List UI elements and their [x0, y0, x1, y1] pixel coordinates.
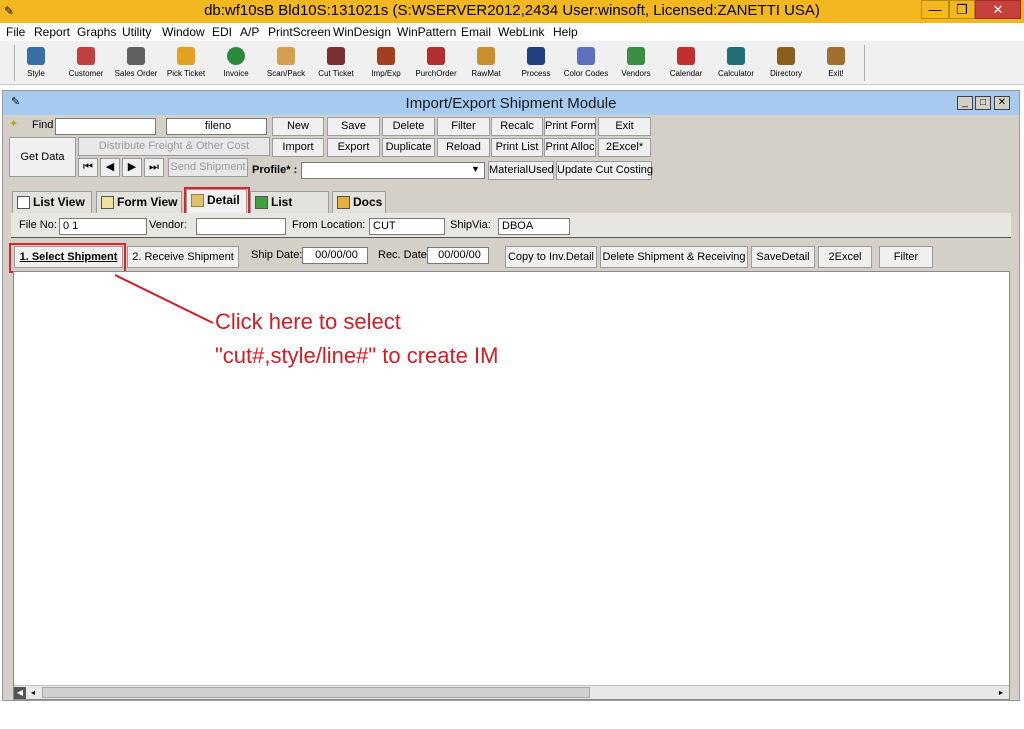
cut-ticket-button[interactable]: Cut Ticket — [311, 45, 361, 83]
menu-file[interactable]: File — [6, 25, 25, 39]
menu-winpattern[interactable]: WinPattern — [397, 25, 456, 39]
customer-button[interactable]: Customer — [61, 45, 111, 83]
imp-exp-button[interactable]: Imp/Exp — [361, 45, 411, 83]
raw-mat-icon — [477, 47, 495, 65]
menu-help[interactable]: Help — [553, 25, 578, 39]
color-codes-icon — [577, 47, 595, 65]
annotation-arrow — [114, 274, 214, 324]
vendors-icon — [627, 47, 645, 65]
menu-weblink[interactable]: WebLink — [498, 25, 544, 39]
menu-window[interactable]: Window — [162, 25, 205, 39]
color-codes-button[interactable]: Color Codes — [561, 45, 611, 83]
process-button[interactable]: Process — [511, 45, 561, 83]
invoice-button[interactable]: Invoice — [211, 45, 261, 83]
menu-ap[interactable]: A/P — [240, 25, 259, 39]
directory-icon — [777, 47, 795, 65]
title-bar: ✎ db:wf10sB Bld10S:131021s (S:WSERVER201… — [0, 0, 1024, 23]
menu-email[interactable]: Email — [461, 25, 491, 39]
pick-ticket-icon — [177, 47, 195, 65]
window-title: db:wf10sB Bld10S:131021s (S:WSERVER2012,… — [204, 2, 820, 19]
style-button[interactable]: Style — [11, 45, 61, 83]
toolbar-separator — [864, 45, 865, 81]
annotation-line-2: "cut#,style/line#" to create IM — [215, 343, 499, 368]
menu-utility[interactable]: Utility — [122, 25, 151, 39]
calendar-button[interactable]: Calendar — [661, 45, 711, 83]
maximize-button[interactable]: ❐ — [949, 0, 975, 19]
purch-order-icon — [427, 47, 445, 65]
menu-bar: File Report Graphs Utility Window EDI A/… — [0, 23, 1024, 41]
calculator-button[interactable]: Calculator — [711, 45, 761, 83]
customer-icon — [77, 47, 95, 65]
annotation-line-1: Click here to select — [215, 309, 401, 334]
process-icon — [527, 47, 545, 65]
minimize-button[interactable]: — — [921, 0, 949, 19]
menu-windesign[interactable]: WinDesign — [333, 25, 391, 39]
pick-ticket-button[interactable]: Pick Ticket — [161, 45, 211, 83]
raw-mat-button[interactable]: RawMat — [461, 45, 511, 83]
imp-exp-icon — [377, 47, 395, 65]
menu-report[interactable]: Report — [34, 25, 70, 39]
exit-toolbar-button[interactable]: Exit! — [811, 45, 861, 83]
import-export-module-window: ✎ Import/Export Shipment Module _ □ ✕ ✦ … — [2, 90, 1020, 701]
main-toolbar: Style Customer Sales Order Pick Ticket I… — [0, 41, 1024, 85]
scan-pack-icon — [277, 47, 295, 65]
menu-edi[interactable]: EDI — [212, 25, 232, 39]
invoice-icon — [227, 47, 245, 65]
sales-order-icon — [127, 47, 145, 65]
style-icon — [27, 47, 45, 65]
directory-button[interactable]: Directory — [761, 45, 811, 83]
exit-icon — [827, 47, 845, 65]
menu-printscreen[interactable]: PrintScreen — [268, 25, 331, 39]
scan-pack-button[interactable]: Scan/Pack — [261, 45, 311, 83]
cut-ticket-icon — [327, 47, 345, 65]
vendors-button[interactable]: Vendors — [611, 45, 661, 83]
calculator-icon — [727, 47, 745, 65]
sales-order-button[interactable]: Sales Order — [111, 45, 161, 83]
app-window: ✎ db:wf10sB Bld10S:131021s (S:WSERVER201… — [0, 0, 1024, 729]
purch-order-button[interactable]: PurchOrder — [411, 45, 461, 83]
close-button[interactable]: ✕ — [975, 0, 1021, 19]
calendar-icon — [677, 47, 695, 65]
menu-graphs[interactable]: Graphs — [77, 25, 116, 39]
